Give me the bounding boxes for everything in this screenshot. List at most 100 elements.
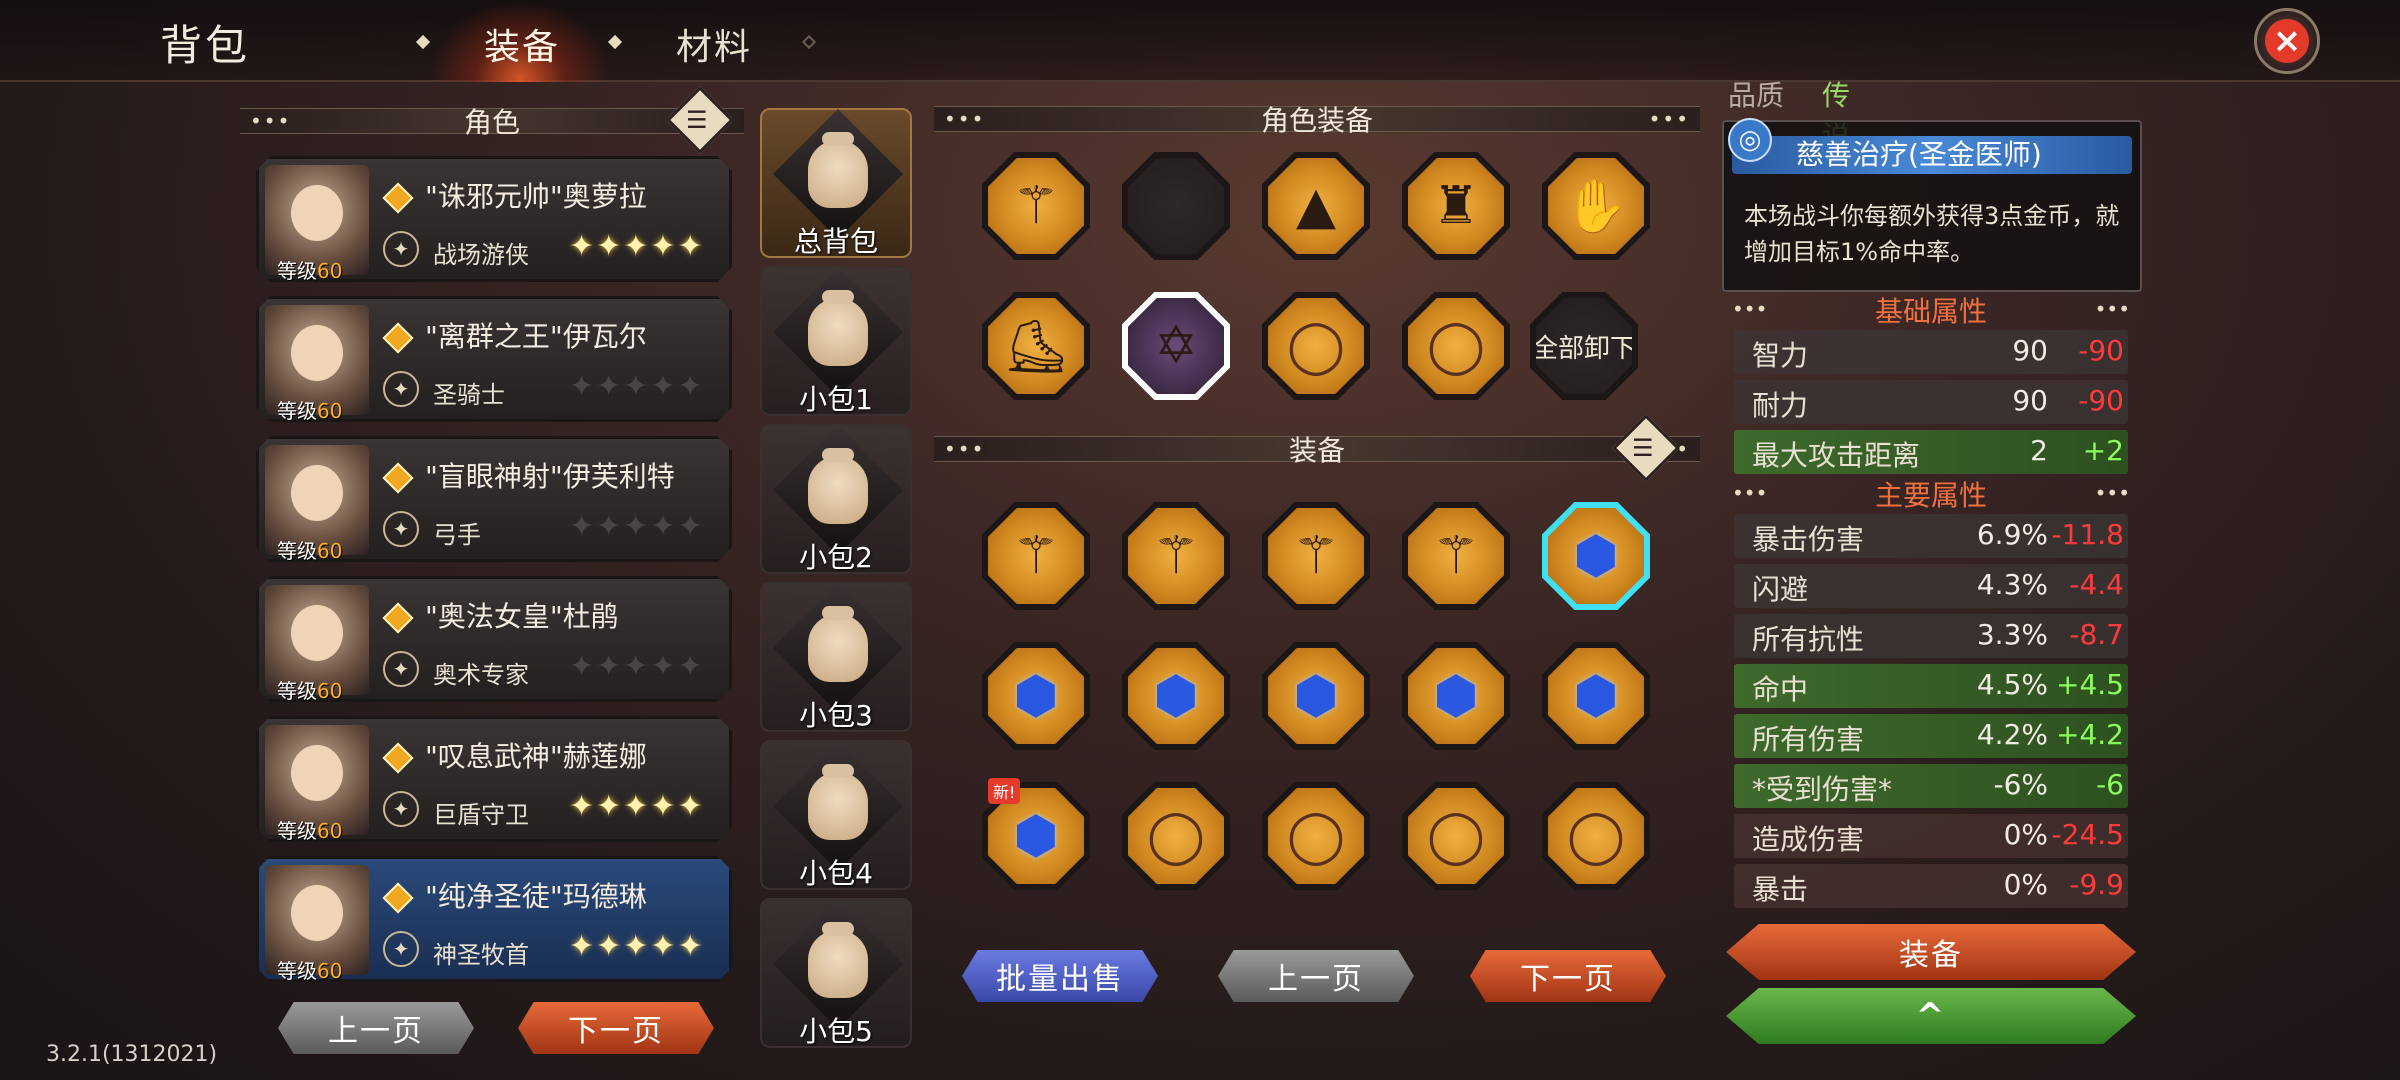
char-prev-page-button[interactable]: 上一页 xyxy=(278,1002,474,1054)
equipped-slot[interactable] xyxy=(1122,152,1230,260)
slot-inner: ✡ xyxy=(1128,298,1224,394)
level-text: 等级 xyxy=(277,679,317,703)
bag-icon xyxy=(808,448,868,524)
amulet-icon: ⬢ xyxy=(1013,806,1059,866)
star-icon: ✦ xyxy=(623,369,651,404)
star-icon: ✦ xyxy=(596,369,624,404)
equipped-slot[interactable]: ✋ xyxy=(1542,152,1650,260)
level-label: 等级60 xyxy=(277,955,342,982)
star-icon: ✦ xyxy=(677,929,705,964)
star-rating: ✦✦✦✦✦ xyxy=(569,369,705,404)
stat-row: 暴击伤害 6.9% -11.8 xyxy=(1734,514,2128,558)
equipped-slot[interactable]: ♜ xyxy=(1402,152,1510,260)
bag-button[interactable]: 小包2 xyxy=(760,424,912,574)
inventory-slot[interactable]: ⬢ xyxy=(1122,642,1230,750)
stat-value: 90 xyxy=(2012,384,2048,417)
star-icon: ✦ xyxy=(596,649,624,684)
ring-icon: ◯ xyxy=(1426,806,1486,866)
character-card[interactable]: 等级60 "奥法女皇"杜鹃 ✦ 奥术专家 ✦✦✦✦✦ xyxy=(256,576,732,702)
character-name: "纯净圣徒"玛德琳 xyxy=(425,880,647,913)
stat-row: 造成伤害 0% -24.5 xyxy=(1734,814,2128,858)
character-card[interactable]: 等级60 "叹息武神"赫莲娜 ✦ 巨盾守卫 ✦✦✦✦✦ xyxy=(256,716,732,842)
equipped-slot[interactable]: ▲ xyxy=(1262,152,1370,260)
level-value: 60 xyxy=(317,679,343,703)
stat-value: 6.9% xyxy=(1976,518,2048,551)
bulk-sell-button[interactable]: 批量出售 xyxy=(962,950,1158,1002)
bag-button[interactable]: 小包3 xyxy=(760,582,912,732)
character-section-title: 角色 xyxy=(463,106,520,139)
bag-button[interactable]: 小包4 xyxy=(760,740,912,890)
inventory-slot[interactable]: ⬢ xyxy=(1542,642,1650,750)
main-stats-header: ••• 主要属性 ••• xyxy=(1726,479,2136,512)
close-icon: × xyxy=(2265,19,2309,63)
level-value: 60 xyxy=(317,399,343,423)
collapse-button[interactable]: ^ xyxy=(1726,988,2136,1044)
slot-inner: ⚚ xyxy=(1268,508,1364,604)
dots-icon: ••• xyxy=(944,107,986,131)
tab-materials[interactable]: 材料 xyxy=(676,18,752,70)
slot-inner: ⚚ xyxy=(988,508,1084,604)
inventory-slot[interactable]: ⬢ xyxy=(1402,642,1510,750)
equip-button[interactable]: 装备 xyxy=(1726,924,2136,980)
equipped-slot[interactable]: ◯ xyxy=(1262,292,1370,400)
staff-icon: ⚚ xyxy=(1292,526,1340,586)
amulet-icon: ⬢ xyxy=(1013,666,1059,726)
rarity-diamond-icon xyxy=(382,882,414,914)
inventory-prev-page-button[interactable]: 上一页 xyxy=(1218,950,1414,1002)
close-button[interactable]: × xyxy=(2254,8,2320,74)
inventory-slot[interactable]: ◯ xyxy=(1122,782,1230,890)
level-value: 60 xyxy=(317,819,343,843)
tab-equipment[interactable]: 装备 xyxy=(484,18,560,70)
equipped-slot[interactable]: ⛸ xyxy=(982,292,1090,400)
star-icon: ✦ xyxy=(650,789,678,824)
character-card[interactable]: 等级60 "诛邪元帅"奥萝拉 ✦ 战场游侠 ✦✦✦✦✦ xyxy=(256,156,732,282)
avatar-face xyxy=(291,185,343,241)
level-text: 等级 xyxy=(277,399,317,423)
char-next-page-button[interactable]: 下一页 xyxy=(518,1002,714,1054)
class-icon: ✦ xyxy=(383,511,419,547)
bag-label: 总背包 xyxy=(793,225,878,258)
bag-button[interactable]: 小包1 xyxy=(760,266,912,416)
dots-icon: ••• xyxy=(1732,481,1768,505)
star-icon: ✦ xyxy=(569,929,597,964)
character-card[interactable]: 等级60 "离群之王"伊瓦尔 ✦ 圣骑士 ✦✦✦✦✦ xyxy=(256,296,732,422)
inventory-slot[interactable]: ◯ xyxy=(1542,782,1650,890)
avatar-face xyxy=(291,325,343,381)
inventory-slot[interactable]: ⬢ xyxy=(982,642,1090,750)
gloves-icon: ✋ xyxy=(1563,176,1629,237)
inventory-next-page-button[interactable]: 下一页 xyxy=(1470,950,1666,1002)
equipped-slot[interactable]: ⚚ xyxy=(982,152,1090,260)
inventory-slot[interactable]: ⚚ xyxy=(982,502,1090,610)
character-card[interactable]: 等级60 "盲眼神射"伊芙利特 ✦ 弓手 ✦✦✦✦✦ xyxy=(256,436,732,562)
skill-description: 本场战斗你每额外获得3点金币，就增加目标1%命中率。 xyxy=(1744,202,2120,266)
star-icon: ✦ xyxy=(677,509,705,544)
equipped-slot[interactable]: ✡ xyxy=(1122,292,1230,400)
ring-icon: ◯ xyxy=(1286,316,1346,376)
inventory-slot[interactable]: ⬢ xyxy=(1262,642,1370,750)
inventory-slot[interactable]: ◯ xyxy=(1262,782,1370,890)
stat-value: 0% xyxy=(2003,818,2048,851)
inventory-slot[interactable]: ⚚ xyxy=(1262,502,1370,610)
bag-button[interactable]: 小包5 xyxy=(760,898,912,1048)
ring-icon: ◯ xyxy=(1566,806,1626,866)
level-value: 60 xyxy=(317,539,343,563)
slot-inner xyxy=(1128,158,1224,254)
equipped-slot[interactable]: ◯ xyxy=(1402,292,1510,400)
character-card[interactable]: 等级60 "纯净圣徒"玛德琳 ✦ 神圣牧首 ✦✦✦✦✦ xyxy=(256,856,732,982)
staff-icon: ⚚ xyxy=(1012,176,1060,236)
stat-row: 所有抗性 3.3% -8.7 xyxy=(1734,614,2128,658)
unequip-all-button[interactable]: 全部卸下 xyxy=(1530,292,1638,400)
level-label: 等级60 xyxy=(277,535,343,563)
character-class: 弓手 xyxy=(433,521,481,549)
inventory-slot[interactable]: ◯ xyxy=(1402,782,1510,890)
star-icon: ✦ xyxy=(623,229,651,264)
chevron-up-icon: ^ xyxy=(1915,996,1947,1036)
inventory-slot[interactable]: ⚚ xyxy=(1122,502,1230,610)
star-icon: ✦ xyxy=(569,229,597,264)
level-label: 等级60 xyxy=(277,815,343,843)
inventory-slot[interactable]: ⬢ xyxy=(1542,502,1650,610)
inventory-slot[interactable]: ⚚ xyxy=(1402,502,1510,610)
slot-inner: ⬢ xyxy=(1128,648,1224,744)
stat-row: *受到伤害* -6% -6 xyxy=(1734,764,2128,808)
bag-button[interactable]: 总背包 xyxy=(760,108,912,258)
